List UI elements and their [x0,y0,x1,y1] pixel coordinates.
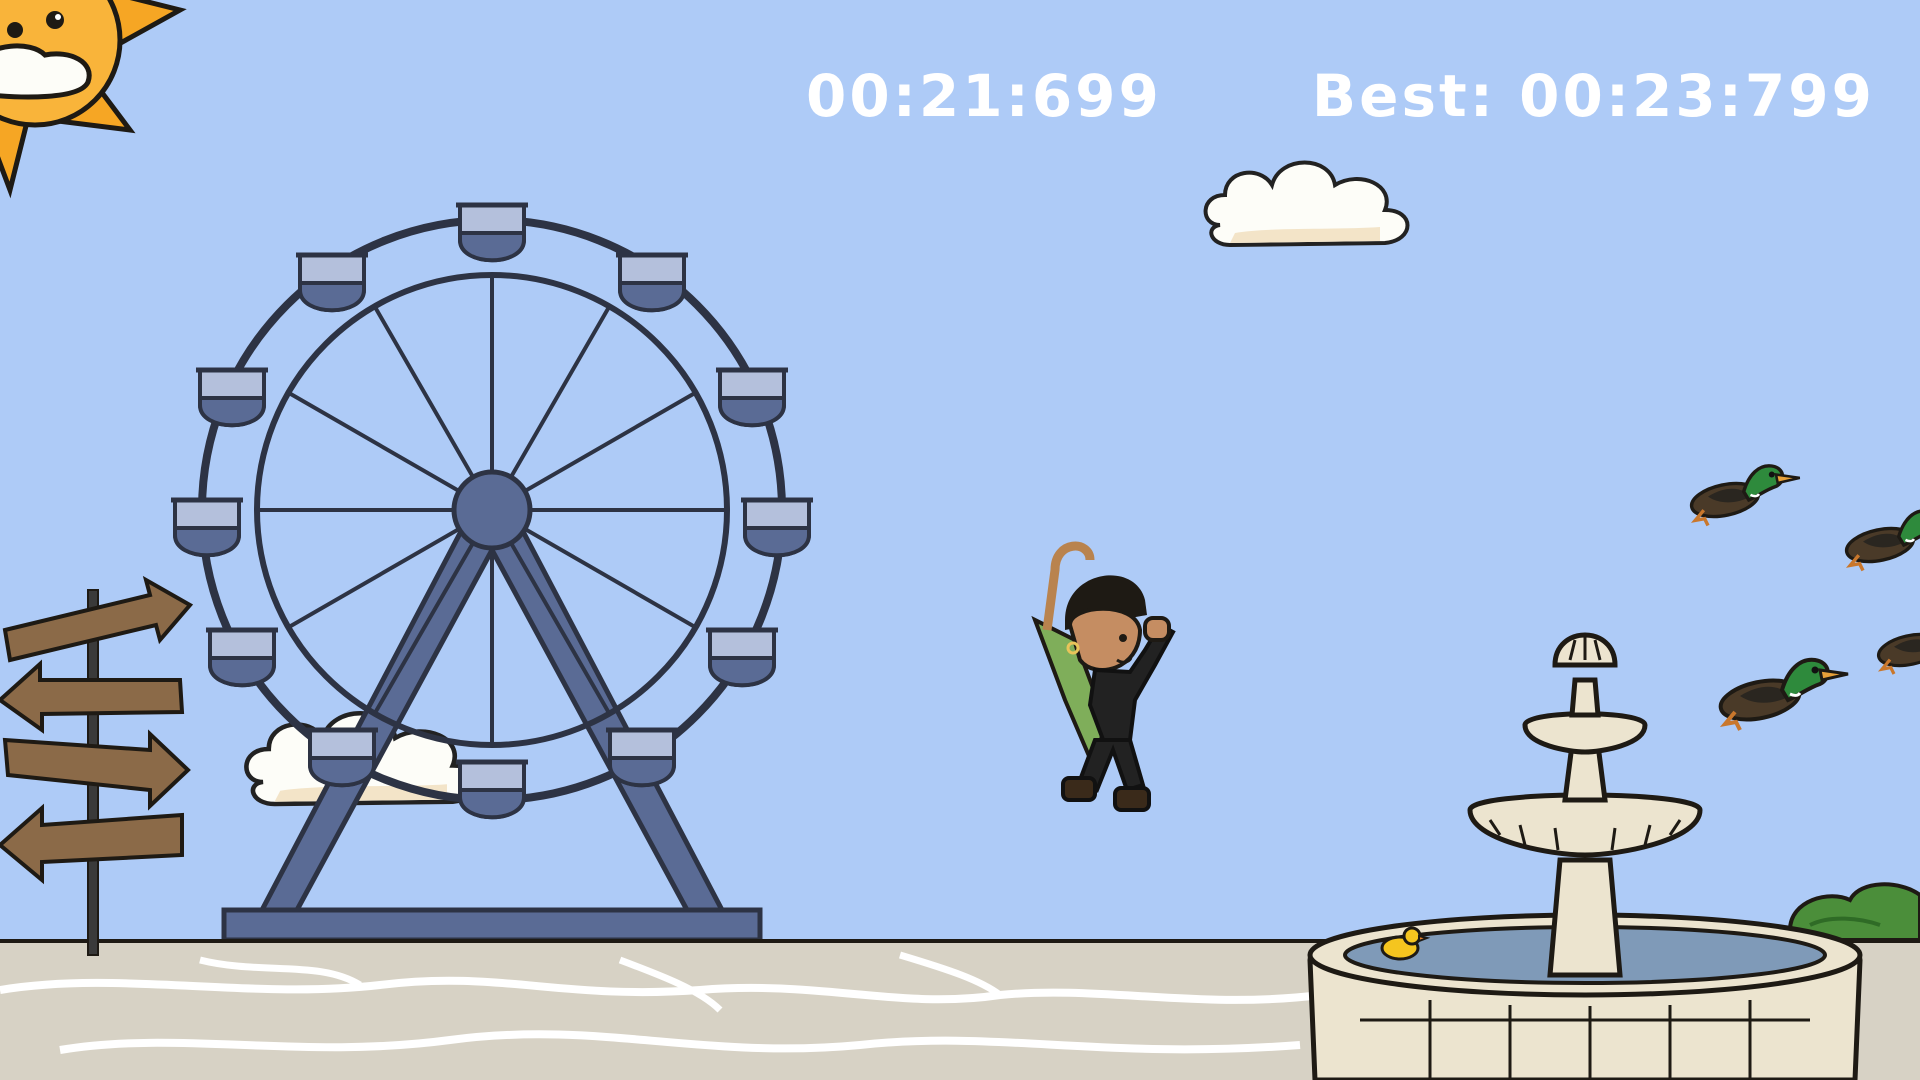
current-time: 00:21:699 [806,62,1162,130]
best-time: 00:23:799 [1519,62,1875,130]
game-scene [0,0,1920,1080]
best-label: Best: [1311,62,1496,130]
best-time-display: Best: 00:23:799 [1312,62,1875,130]
